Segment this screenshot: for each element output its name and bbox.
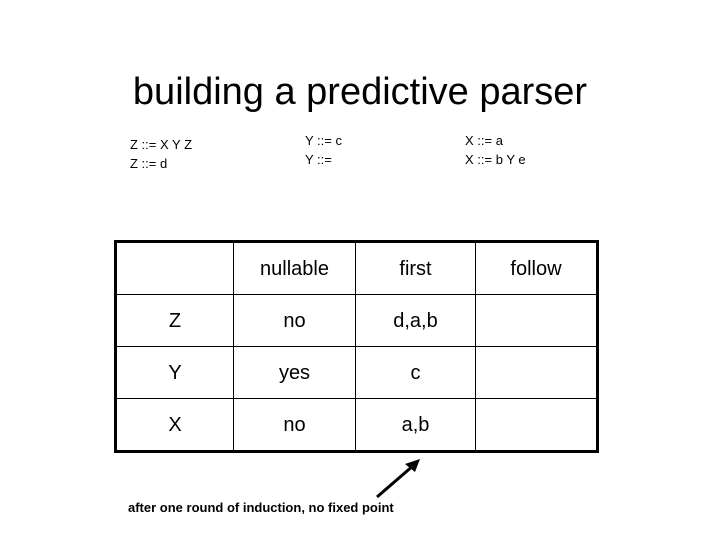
grammar-group-x: X ::= a X ::= b Y e [465,131,526,169]
table-row: Z no d,a,b [115,294,598,347]
grammar-rule: Z ::= d [130,156,168,171]
grammar-rule: Y ::= [305,152,332,167]
grammar-rule: Z ::= X Y Z [130,137,193,152]
slide-canvas: building a predictive parser Z ::= X Y Z… [0,0,720,540]
cell-nullable: no [233,294,356,347]
cell-symbol: Z [115,294,234,347]
table-header-nullable: nullable [233,241,356,295]
grammar-group-z: Z ::= X Y Z Z ::= d [130,135,192,173]
grammar-rule: Y ::= c [305,133,342,148]
page-title: building a predictive parser [132,71,588,114]
cell-nullable: yes [233,346,356,399]
table-row: X no a,b [115,398,598,452]
cell-first: d,a,b [355,294,476,347]
caption-text: after one round of induction, no fixed p… [128,500,394,515]
table-header-first: first [355,241,476,295]
cell-nullable: no [233,398,356,452]
table-row: Y yes c [115,346,598,399]
table-header-symbol [115,241,234,295]
table-header-row: nullable first follow [115,241,598,295]
cell-symbol: Y [115,346,234,399]
grammar-group-y: Y ::= c Y ::= [305,131,342,169]
cell-first: c [355,346,476,399]
cell-follow [475,346,598,399]
cell-follow [475,398,598,452]
grammar-rule: X ::= a [465,133,503,148]
cell-symbol: X [115,398,234,452]
table-header-follow: follow [475,241,598,295]
cell-follow [475,294,598,347]
arrow-up-right-icon [376,459,420,499]
nullable-first-follow-table: nullable first follow Z no d,a,b Y yes c… [114,240,599,453]
cell-first: a,b [355,398,476,452]
grammar-rule: X ::= b Y e [465,152,526,167]
